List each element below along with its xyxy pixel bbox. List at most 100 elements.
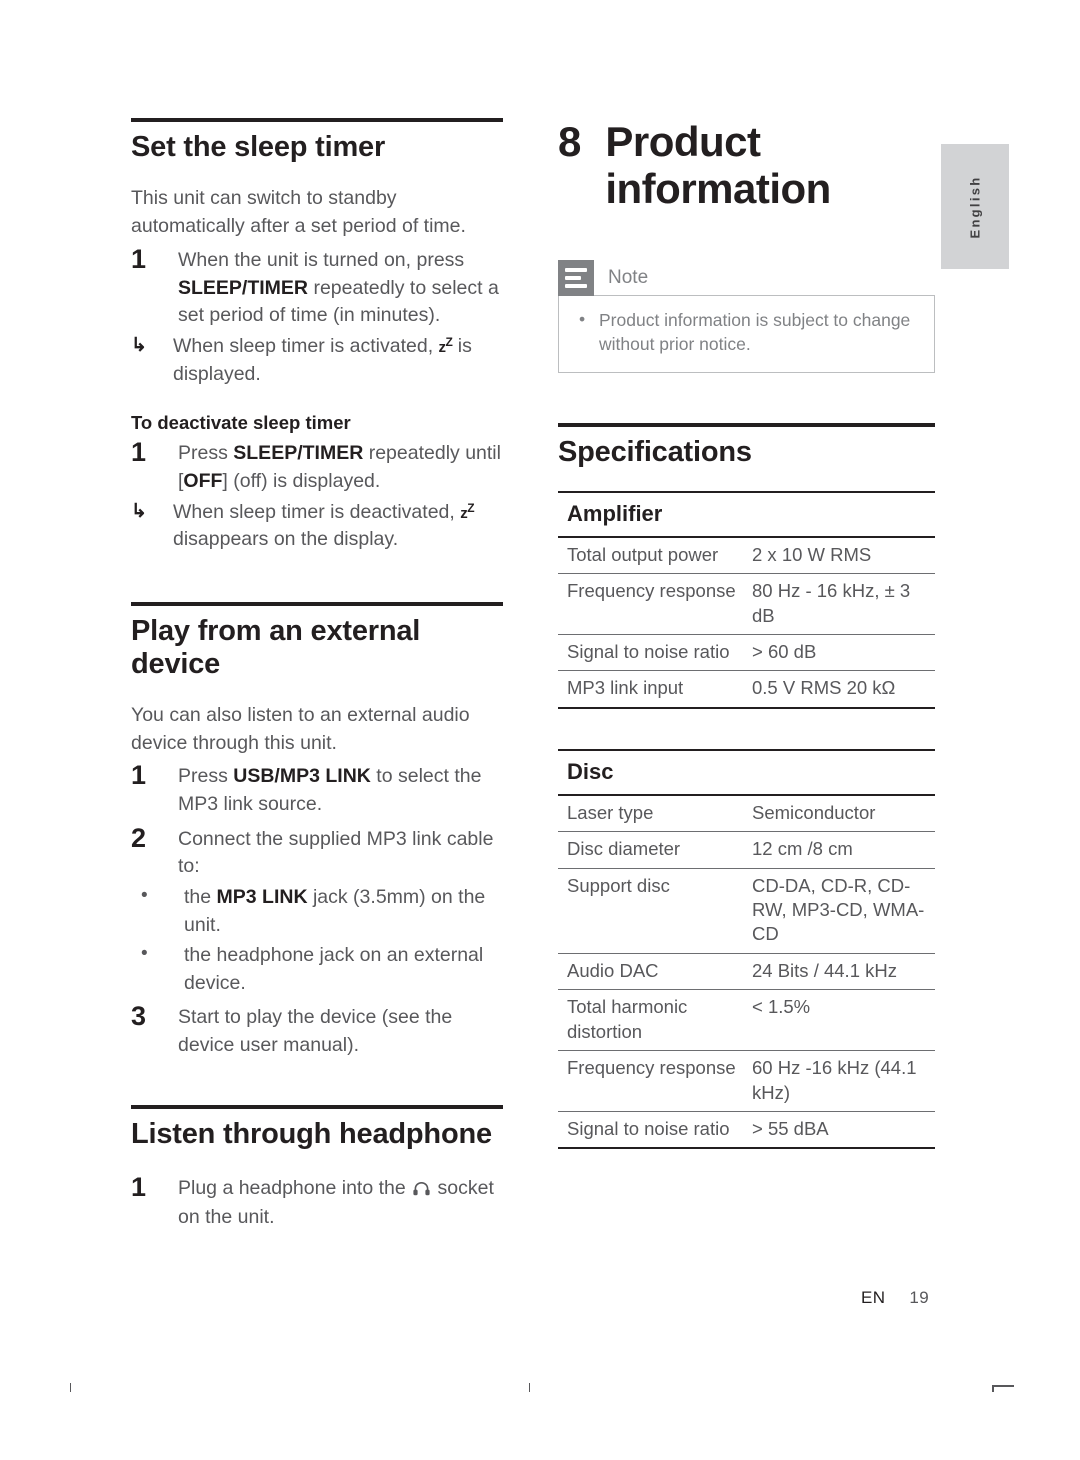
spec-table-amplifier: Total output power 2 x 10 W RMS Frequenc… [558, 537, 935, 709]
crop-mark-left [70, 1383, 71, 1392]
display-value-off: OFF [183, 469, 223, 492]
key-sleep-timer: SLEEP/TIMER [178, 276, 309, 299]
spec-value: < 1.5% [743, 989, 935, 1052]
spec-table-disc: Laser type Semiconductor Disc diameter 1… [558, 795, 935, 1150]
step-text: Plug a headphone into the socket on the … [178, 1177, 494, 1229]
left-column: Set the sleep timer This unit can switch… [131, 118, 503, 1232]
note-title: Note [608, 267, 649, 289]
page-footer: EN 19 [861, 1288, 929, 1308]
table-row: Total harmonic distortion < 1.5% [558, 989, 935, 1052]
table-row: Frequency response 60 Hz -16 kHz (44.1 k… [558, 1050, 935, 1112]
step-text: When the unit is turned on, press SLEEP/… [178, 249, 499, 326]
bullet-icon: • [141, 885, 148, 907]
bullet-icon: • [141, 943, 148, 965]
step-text: Press USB/MP3 LINK to select the MP3 lin… [178, 765, 481, 815]
step-number: 1 [131, 437, 147, 468]
step-number: 1 [131, 760, 147, 791]
result-text-b: disappears on the display. [173, 528, 399, 551]
spec-value: 0.5 V RMS 20 kΩ [743, 670, 935, 709]
subheading-deactivate-sleep-timer: To deactivate sleep timer [131, 412, 351, 434]
step-text-part-c: ] (off) is displayed. [222, 469, 381, 492]
step-text-part-a: Press [178, 765, 234, 788]
external-device-bullet-2: • the headphone jack on an external devic… [131, 942, 503, 997]
external-device-step-1: 1 Press USB/MP3 LINK to select the MP3 l… [131, 760, 503, 818]
section-specifications: Specifications Amplifier Total output po… [558, 423, 935, 1150]
arrow-icon: ↳ [131, 500, 147, 522]
section-rule [131, 602, 503, 607]
spec-value: 80 Hz - 16 kHz, ± 3 dB [743, 573, 935, 636]
note-item: • Product information is subject to chang… [575, 308, 918, 356]
sleep-timer-result-2: ↳ When sleep timer is deactivated, zZ dis… [131, 499, 503, 554]
heading-specifications: Specifications [558, 436, 752, 469]
table-row: Total output power 2 x 10 W RMS [558, 537, 935, 575]
section-play-external-device: Play from an external device You can als… [131, 602, 503, 1059]
spec-value: > 60 dB [743, 634, 935, 672]
heading-set-sleep-timer: Set the sleep timer [131, 131, 386, 163]
deactivate-step-1: 1 Press SLEEP/TIMER repeatedly until [OF… [131, 437, 503, 495]
key-sleep-timer: SLEEP/TIMER [233, 442, 364, 465]
language-tab-label: English [967, 174, 983, 239]
step-text: Start to play the device (see the device… [178, 1005, 453, 1056]
section-rule [131, 118, 503, 122]
table-row: Frequency response 80 Hz - 16 kHz, ± 3 d… [558, 573, 935, 636]
step-text: Press SLEEP/TIMER repeatedly until [OFF]… [178, 442, 501, 492]
sleep-timer-intro: This unit can switch to standby automati… [131, 187, 466, 238]
spec-block-title: Disc [558, 748, 935, 796]
sleep-indicator-icon: zZ [438, 334, 453, 356]
spec-key: Signal to noise ratio [558, 634, 743, 672]
sleep-indicator-icon: zZ [460, 500, 475, 522]
table-row: Signal to noise ratio > 55 dBA [558, 1111, 935, 1150]
crop-mark-corner-vertical [992, 1385, 994, 1392]
step-number: 1 [131, 1171, 147, 1202]
crop-mark-corner-horizontal [992, 1385, 1014, 1387]
footer-language-code: EN [861, 1288, 886, 1307]
step-text-part-a: When the unit is turned on, press [178, 248, 465, 271]
section-rule [558, 423, 935, 428]
table-row: Laser type Semiconductor [558, 795, 935, 833]
arrow-icon: ↳ [131, 334, 147, 356]
spec-key: Total output power [558, 537, 743, 575]
note-icon [558, 260, 594, 297]
footer-page-number: 19 [909, 1288, 930, 1307]
step-number: 1 [131, 243, 147, 274]
heading-play-external-device: Play from an external device [131, 615, 421, 680]
key-usb-mp3-link: USB/MP3 LINK [233, 765, 371, 788]
step-text: Connect the supplied MP3 link cable to: [178, 827, 494, 878]
spec-block-title: Amplifier [558, 490, 935, 538]
spec-value: 2 x 10 W RMS [743, 537, 935, 575]
headphone-step-1: 1 Plug a headphone into the socket on th… [131, 1172, 503, 1232]
spec-key: Frequency response [558, 1050, 743, 1112]
table-row: Disc diameter 12 cm /8 cm [558, 831, 935, 869]
chapter-number: 8 [558, 118, 582, 165]
step-text-part-a: Plug a headphone into the [178, 1176, 412, 1199]
language-tab: English [941, 144, 1009, 269]
table-row: MP3 link input 0.5 V RMS 20 kΩ [558, 670, 935, 709]
spec-key: Total harmonic distortion [558, 989, 743, 1052]
section-listen-headphone: Listen through headphone 1 Plug a headph… [131, 1105, 503, 1232]
spec-block-spacer [558, 709, 935, 749]
spec-value: 60 Hz -16 kHz (44.1 kHz) [743, 1050, 935, 1112]
spec-key: Support disc [558, 868, 743, 954]
spec-key: Frequency response [558, 573, 743, 636]
spec-value: Semiconductor [743, 795, 935, 833]
chapter-title: 8 Product information [558, 118, 935, 212]
note-box: Note • Product information is subject to … [558, 260, 935, 374]
spec-key: MP3 link input [558, 670, 743, 709]
key-mp3-link: MP3 LINK [216, 886, 308, 909]
external-device-intro: You can also listen to an external audio… [131, 703, 470, 754]
spec-value: > 55 dBA [743, 1111, 935, 1150]
external-device-step-3: 3 Start to play the device (see the devi… [131, 1001, 503, 1059]
heading-listen-headphone: Listen through headphone [131, 1118, 492, 1151]
spec-value: 24 Bits / 44.1 kHz [743, 953, 935, 991]
step-number: 2 [131, 822, 147, 853]
external-device-bullet-1: • the MP3 LINK jack (3.5mm) on the unit. [131, 884, 503, 939]
spec-block-disc: Disc Laser type Semiconductor Disc diame… [558, 748, 935, 1150]
crop-mark-center [529, 1383, 530, 1392]
manual-page: Set the sleep timer This unit can switch… [0, 0, 1080, 1460]
step-number: 3 [131, 1000, 147, 1031]
sleep-timer-result-1: ↳ When sleep timer is activated, zZ is di… [131, 333, 503, 388]
note-header: Note [558, 260, 935, 297]
spec-block-amplifier: Amplifier Total output power 2 x 10 W RM… [558, 490, 935, 709]
result-text-a: When sleep timer is deactivated, [173, 500, 461, 523]
note-body: • Product information is subject to chang… [558, 295, 935, 374]
